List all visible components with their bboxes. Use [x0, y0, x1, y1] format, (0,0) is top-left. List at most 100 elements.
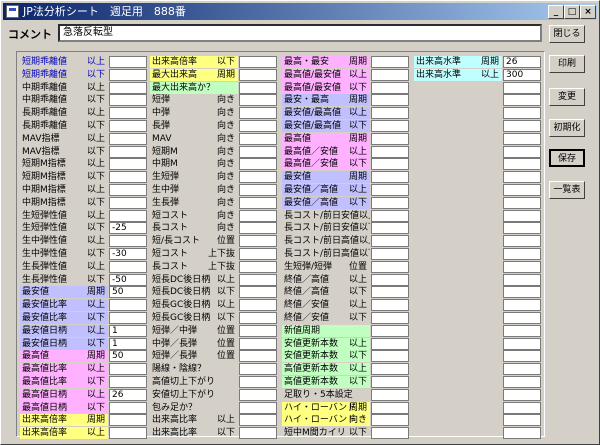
criteria-value-input[interactable]: 50 [109, 350, 147, 363]
criteria-value-input[interactable] [371, 376, 409, 388]
criteria-value-input[interactable] [239, 196, 277, 209]
criteria-value-input[interactable] [239, 414, 277, 427]
criteria-value-input[interactable] [239, 209, 277, 222]
criteria-value-input[interactable] [371, 427, 409, 440]
criteria-value-input[interactable] [371, 145, 409, 158]
criteria-value-input[interactable] [239, 260, 277, 273]
criteria-value-input[interactable] [239, 427, 277, 440]
criteria-value-input[interactable] [239, 56, 277, 68]
criteria-value-input[interactable] [239, 363, 277, 376]
criteria-value-input[interactable] [503, 312, 541, 324]
criteria-value-input[interactable] [503, 132, 541, 145]
criteria-value-input[interactable] [239, 145, 277, 158]
initialize-button[interactable]: 初期化 [549, 119, 585, 137]
criteria-value-input[interactable] [109, 260, 147, 273]
criteria-value-input[interactable] [239, 171, 277, 184]
criteria-value-input[interactable] [239, 68, 277, 81]
criteria-value-input[interactable] [109, 94, 147, 107]
criteria-value-input[interactable] [109, 209, 147, 222]
criteria-value-input[interactable] [109, 132, 147, 145]
criteria-value-input[interactable] [371, 260, 409, 273]
criteria-value-input[interactable] [503, 120, 541, 132]
criteria-value-input[interactable] [239, 273, 277, 286]
criteria-value-input[interactable] [109, 312, 147, 324]
criteria-value-input[interactable] [371, 68, 409, 81]
criteria-value-input[interactable] [371, 273, 409, 286]
save-button[interactable]: 保存 [549, 149, 585, 167]
criteria-value-input[interactable] [503, 235, 541, 248]
criteria-value-input[interactable] [109, 56, 147, 68]
criteria-value-input[interactable]: -50 [109, 273, 147, 286]
close-button[interactable]: 閉じる [549, 25, 585, 43]
criteria-value-input[interactable] [109, 68, 147, 81]
criteria-value-input[interactable] [503, 196, 541, 209]
criteria-value-input[interactable] [371, 209, 409, 222]
criteria-value-input[interactable] [239, 350, 277, 363]
criteria-value-input[interactable] [503, 363, 541, 376]
criteria-value-input[interactable] [503, 401, 541, 414]
criteria-value-input[interactable] [503, 81, 541, 94]
criteria-value-input[interactable] [109, 414, 147, 427]
criteria-value-input[interactable] [371, 184, 409, 196]
criteria-value-input[interactable] [503, 158, 541, 171]
criteria-value-input[interactable]: 1 [109, 337, 147, 350]
list-button[interactable]: 一覧表 [549, 181, 585, 199]
criteria-value-input[interactable] [239, 388, 277, 401]
criteria-value-input[interactable] [371, 107, 409, 120]
criteria-value-input[interactable] [371, 299, 409, 312]
criteria-value-input[interactable] [371, 286, 409, 299]
criteria-value-input[interactable] [503, 260, 541, 273]
criteria-value-input[interactable] [239, 324, 277, 337]
comment-input[interactable]: 急落反転型 [58, 24, 542, 42]
criteria-value-input[interactable] [239, 94, 277, 107]
criteria-value-input[interactable] [371, 132, 409, 145]
criteria-value-input[interactable] [503, 414, 541, 427]
criteria-value-input[interactable] [503, 273, 541, 286]
criteria-value-input[interactable] [503, 376, 541, 388]
criteria-value-input[interactable] [503, 145, 541, 158]
criteria-value-input[interactable] [503, 222, 541, 235]
maximize-button[interactable]: □ [564, 5, 580, 19]
criteria-value-input[interactable] [109, 376, 147, 388]
print-button[interactable]: 印刷 [549, 55, 585, 73]
criteria-value-input[interactable] [371, 120, 409, 132]
criteria-value-input[interactable] [239, 248, 277, 260]
criteria-value-input[interactable] [109, 363, 147, 376]
criteria-value-input[interactable] [109, 196, 147, 209]
criteria-value-input[interactable] [371, 222, 409, 235]
criteria-value-input[interactable] [503, 171, 541, 184]
criteria-value-input[interactable]: 300 [503, 68, 541, 81]
criteria-value-input[interactable] [503, 350, 541, 363]
criteria-value-input[interactable] [371, 158, 409, 171]
criteria-value-input[interactable] [371, 56, 409, 68]
criteria-value-input[interactable]: 26 [109, 388, 147, 401]
criteria-value-input[interactable] [371, 350, 409, 363]
criteria-value-input[interactable] [239, 184, 277, 196]
criteria-value-input[interactable] [109, 401, 147, 414]
criteria-value-input[interactable]: 50 [109, 286, 147, 299]
criteria-value-input[interactable] [371, 248, 409, 260]
criteria-value-input[interactable] [239, 132, 277, 145]
criteria-value-input[interactable] [371, 363, 409, 376]
criteria-value-input[interactable] [503, 209, 541, 222]
close-window-button[interactable]: × [580, 5, 596, 19]
criteria-value-input[interactable] [239, 401, 277, 414]
criteria-value-input[interactable]: 1 [109, 324, 147, 337]
criteria-value-input[interactable]: 26 [503, 56, 541, 68]
criteria-value-input[interactable] [371, 171, 409, 184]
criteria-value-input[interactable] [109, 81, 147, 94]
criteria-value-input[interactable] [239, 235, 277, 248]
criteria-value-input[interactable] [109, 120, 147, 132]
criteria-value-input[interactable] [503, 427, 541, 440]
criteria-value-input[interactable]: -25 [109, 222, 147, 235]
criteria-value-input[interactable] [239, 120, 277, 132]
criteria-value-input[interactable] [503, 388, 541, 401]
criteria-value-input[interactable] [109, 299, 147, 312]
criteria-value-input[interactable] [371, 312, 409, 324]
criteria-value-input[interactable] [239, 81, 277, 94]
criteria-value-input[interactable] [109, 171, 147, 184]
criteria-value-input[interactable] [503, 286, 541, 299]
criteria-value-input[interactable]: -30 [109, 248, 147, 260]
criteria-value-input[interactable] [503, 94, 541, 107]
criteria-value-input[interactable] [239, 299, 277, 312]
